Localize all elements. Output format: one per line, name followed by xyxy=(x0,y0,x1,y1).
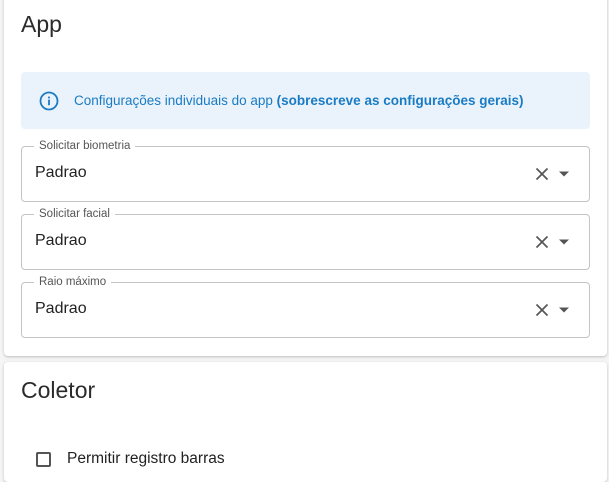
caret-down-icon[interactable] xyxy=(555,301,573,319)
close-icon[interactable] xyxy=(533,233,551,251)
field-value: Padrao xyxy=(35,164,87,181)
permitir-registro-barras-option[interactable]: Permitir registro barras xyxy=(36,450,225,468)
field-label: Solicitar facial xyxy=(34,207,115,221)
info-alert-normal-text: Configurações individuais do app xyxy=(74,93,277,108)
solicitar-facial-select[interactable]: Solicitar facial Padrao xyxy=(21,207,590,270)
info-alert: Configurações individuais do app (sobres… xyxy=(21,72,590,129)
field-label: Raio máximo xyxy=(34,275,112,289)
checkbox-label: Permitir registro barras xyxy=(67,450,225,467)
app-section-title: App xyxy=(21,11,62,37)
caret-down-icon[interactable] xyxy=(555,233,573,251)
field-value: Padrao xyxy=(35,300,87,317)
app-settings-card: App Configurações individuais do app (so… xyxy=(4,0,607,356)
close-icon[interactable] xyxy=(533,301,551,319)
field-value: Padrao xyxy=(35,232,87,249)
coletor-settings-card: Coletor Permitir registro barras xyxy=(4,362,607,482)
info-alert-bold-text: (sobrescreve as configurações gerais) xyxy=(276,93,524,108)
checkbox[interactable] xyxy=(36,451,51,467)
close-icon[interactable] xyxy=(533,165,551,183)
field-label: Solicitar biometria xyxy=(34,139,136,153)
raio-maximo-select[interactable]: Raio máximo Padrao xyxy=(21,275,590,338)
info-icon xyxy=(39,91,59,111)
coletor-section-title: Coletor xyxy=(21,377,96,403)
solicitar-biometria-select[interactable]: Solicitar biometria Padrao xyxy=(21,139,590,202)
info-alert-text: Configurações individuais do app (sobres… xyxy=(74,93,524,108)
caret-down-icon[interactable] xyxy=(555,165,573,183)
